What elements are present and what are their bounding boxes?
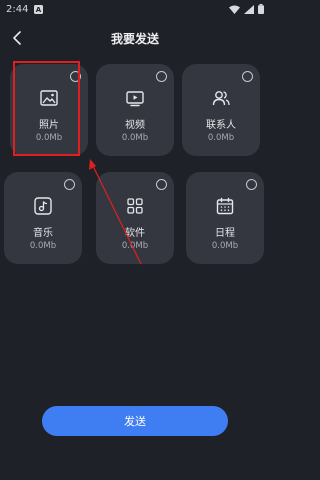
select-radio[interactable] — [242, 71, 253, 82]
category-label: 联系人 — [206, 120, 236, 131]
category-label: 视频 — [125, 120, 145, 131]
header: 我要发送 — [0, 24, 270, 52]
select-radio[interactable] — [246, 179, 257, 190]
send-button[interactable]: 发送 — [42, 406, 228, 436]
category-label: 照片 — [39, 120, 59, 131]
chevron-left-icon — [13, 31, 21, 45]
contacts-icon — [212, 91, 230, 106]
category-size: 0.0Mb — [29, 241, 57, 251]
select-radio[interactable] — [156, 179, 167, 190]
battery-icon — [258, 4, 264, 14]
select-radio[interactable] — [64, 179, 75, 190]
status-right — [229, 4, 264, 14]
category-label: 音乐 — [33, 228, 53, 239]
status-left: 2:44 A — [6, 3, 44, 15]
a-badge-icon: A — [34, 4, 44, 14]
category-size: 0.0Mb — [35, 133, 63, 143]
category-size: 0.0Mb — [211, 241, 239, 251]
category-contacts-card[interactable]: 联系人 0.0Mb — [182, 64, 260, 156]
select-radio[interactable] — [70, 71, 81, 82]
apps-icon — [127, 198, 143, 214]
category-grid: 照片 0.0Mb 视频 0.0Mb 联系人 0.0Mb 音乐 0.0Mb 软件 … — [0, 64, 270, 274]
signal-icon — [244, 4, 254, 14]
category-size: 0.0Mb — [121, 241, 149, 251]
svg-text:A: A — [36, 6, 42, 14]
category-size: 0.0Mb — [207, 133, 235, 143]
category-music-card[interactable]: 音乐 0.0Mb — [4, 172, 82, 264]
wifi-icon — [229, 5, 240, 14]
category-calendar-card[interactable]: 日程 0.0Mb — [186, 172, 264, 264]
select-radio[interactable] — [156, 71, 167, 82]
page-title: 我要发送 — [110, 31, 159, 46]
category-photos-card[interactable]: 照片 0.0Mb — [10, 64, 88, 156]
calendar-icon — [216, 197, 234, 215]
category-label: 软件 — [125, 228, 145, 239]
status-time: 2:44 — [6, 3, 29, 15]
category-videos-card[interactable]: 视频 0.0Mb — [96, 64, 174, 156]
music-icon — [34, 197, 52, 215]
category-size: 0.0Mb — [121, 133, 149, 143]
category-apps-card[interactable]: 软件 0.0Mb — [96, 172, 174, 264]
video-icon — [126, 91, 144, 107]
image-icon — [40, 90, 58, 106]
status-bar: 2:44 A — [0, 0, 270, 18]
category-label: 日程 — [215, 228, 235, 239]
back-button[interactable] — [6, 26, 28, 50]
